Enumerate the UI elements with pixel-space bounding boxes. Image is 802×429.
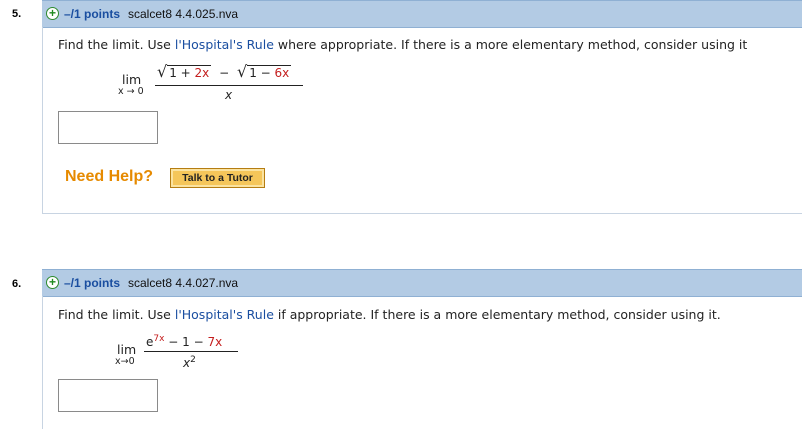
numerator: √ 1 + 2x − √ 1 − 6x [157,62,292,81]
question-number: 6. [12,278,22,290]
question-header: + –/1 points scalcet8 4.4.025.nva [42,0,802,28]
radicand-b: 1 − 6x [247,65,292,80]
sqrt-icon: √ [157,62,168,81]
plus-icon[interactable]: + [46,7,59,20]
problem-source: scalcet8 4.4.025.nva [128,7,239,21]
talk-to-tutor-button[interactable]: Talk to a Tutor [170,168,265,188]
question-divider [42,213,802,214]
answer-input[interactable] [58,379,158,412]
points-label: –/1 points [64,7,121,21]
fraction-bar [155,85,303,86]
denominator: x2 [183,355,196,370]
denominator: x [225,88,233,102]
points-label: –/1 points [64,276,121,290]
lhospital-link[interactable]: l'Hospital's Rule [175,307,274,322]
need-help-label: Need Help? [65,168,154,185]
question-prompt: Find the limit. Use l'Hospital's Rule if… [58,307,721,322]
limit-operator: lim [117,342,137,357]
problem-source: scalcet8 4.4.027.nva [128,276,239,290]
answer-input[interactable] [58,111,158,144]
question-prompt: Find the limit. Use l'Hospital's Rule wh… [58,37,748,52]
question-header: + –/1 points scalcet8 4.4.027.nva [42,269,802,297]
limit-subscript: x→0 [115,356,135,367]
sqrt-icon: √ [237,62,248,81]
plus-icon[interactable]: + [46,276,59,289]
question-number: 5. [12,8,22,20]
radicand-a: 1 + 2x [167,65,212,80]
fraction-bar [144,351,238,352]
lhospital-link[interactable]: l'Hospital's Rule [175,37,274,52]
limit-subscript: x → 0 [118,86,144,97]
numerator: e7x − 1 − 7x [146,334,223,349]
limit-operator: lim [122,72,142,87]
